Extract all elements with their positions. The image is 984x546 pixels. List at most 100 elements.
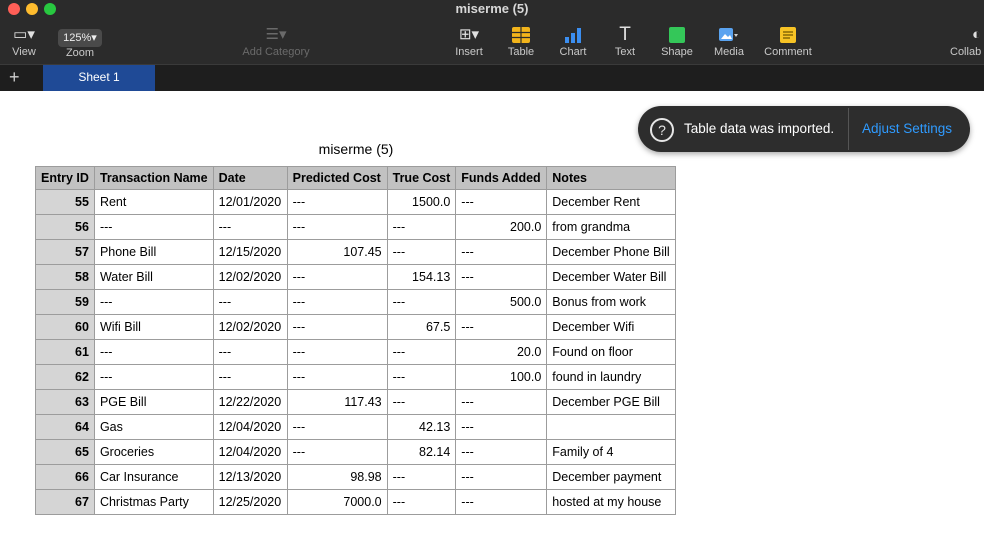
table-cell[interactable]: Phone Bill xyxy=(93,239,214,265)
table-cell[interactable]: --- xyxy=(93,289,214,315)
table-cell[interactable]: 12/15/2020 xyxy=(212,239,288,265)
table-cell[interactable]: 65 xyxy=(35,439,95,465)
table-cell[interactable]: 12/25/2020 xyxy=(212,489,288,515)
table-cell[interactable]: --- xyxy=(286,264,388,290)
table-cell[interactable]: --- xyxy=(386,239,457,265)
table-cell[interactable]: 55 xyxy=(35,189,95,215)
table-cell[interactable]: 42.13 xyxy=(386,414,457,440)
add-category-button[interactable]: ☰▾ Add Category xyxy=(238,24,314,58)
table-cell[interactable]: Found on floor xyxy=(546,339,677,365)
table-cell[interactable]: hosted at my house xyxy=(546,489,677,515)
table-cell[interactable]: Bonus from work xyxy=(546,289,677,315)
table-cell[interactable]: Water Bill xyxy=(93,264,214,290)
table-cell[interactable]: --- xyxy=(455,414,548,440)
table-cell[interactable]: --- xyxy=(455,239,548,265)
table-title[interactable]: miserme (5) xyxy=(300,141,412,157)
table-cell[interactable]: from grandma xyxy=(546,214,677,240)
table-cell[interactable]: --- xyxy=(93,364,214,390)
data-table[interactable]: Entry ID Transaction Name Date Predicted… xyxy=(35,166,677,515)
table-cell[interactable]: 500.0 xyxy=(455,289,548,315)
table-cell[interactable]: 67.5 xyxy=(386,314,457,340)
table-cell[interactable]: 12/01/2020 xyxy=(212,189,288,215)
table-cell[interactable]: 64 xyxy=(35,414,95,440)
table-cell[interactable]: Groceries xyxy=(93,439,214,465)
table-cell[interactable]: December Wifi xyxy=(546,314,677,340)
table-cell[interactable]: 12/04/2020 xyxy=(212,414,288,440)
table-cell[interactable]: 59 xyxy=(35,289,95,315)
table-cell[interactable]: 12/02/2020 xyxy=(212,314,288,340)
table-cell[interactable]: --- xyxy=(212,339,288,365)
table-cell[interactable]: Wifi Bill xyxy=(93,314,214,340)
table-cell[interactable]: --- xyxy=(386,364,457,390)
table-cell[interactable]: --- xyxy=(93,339,214,365)
table-cell[interactable]: --- xyxy=(286,339,388,365)
table-cell[interactable]: found in laundry xyxy=(546,364,677,390)
comment-button[interactable]: Comment xyxy=(760,24,816,58)
column-header[interactable]: Funds Added xyxy=(455,166,548,190)
table-cell[interactable]: --- xyxy=(386,289,457,315)
column-header[interactable]: Date xyxy=(212,166,288,190)
table-cell[interactable]: 1500.0 xyxy=(386,189,457,215)
table-cell[interactable]: 63 xyxy=(35,389,95,415)
table-cell[interactable]: 60 xyxy=(35,314,95,340)
table-cell[interactable]: December Phone Bill xyxy=(546,239,677,265)
table-cell[interactable]: --- xyxy=(455,189,548,215)
table-cell[interactable]: 154.13 xyxy=(386,264,457,290)
table-cell[interactable]: --- xyxy=(386,464,457,490)
table-cell[interactable]: --- xyxy=(286,439,388,465)
table-cell[interactable]: Rent xyxy=(93,189,214,215)
table-cell[interactable]: --- xyxy=(455,439,548,465)
table-cell[interactable]: 100.0 xyxy=(455,364,548,390)
table-cell[interactable]: --- xyxy=(286,214,388,240)
chart-button[interactable]: Chart xyxy=(554,24,592,58)
table-cell[interactable]: 62 xyxy=(35,364,95,390)
table-cell[interactable]: --- xyxy=(455,264,548,290)
insert-button[interactable]: ⊞▾ Insert xyxy=(450,24,488,58)
table-cell[interactable]: 200.0 xyxy=(455,214,548,240)
table-cell[interactable] xyxy=(546,414,677,440)
help-icon[interactable]: ? xyxy=(650,118,674,142)
table-cell[interactable]: December payment xyxy=(546,464,677,490)
zoom-value[interactable]: 125%▾ xyxy=(58,29,102,47)
table-cell[interactable]: 67 xyxy=(35,489,95,515)
table-cell[interactable]: Car Insurance xyxy=(93,464,214,490)
table-cell[interactable]: --- xyxy=(455,389,548,415)
table-cell[interactable]: --- xyxy=(212,289,288,315)
table-cell[interactable]: --- xyxy=(455,489,548,515)
table-cell[interactable]: 57 xyxy=(35,239,95,265)
column-header[interactable]: True Cost xyxy=(386,166,457,190)
table-cell[interactable]: --- xyxy=(386,389,457,415)
table-cell[interactable]: 61 xyxy=(35,339,95,365)
table-cell[interactable]: 82.14 xyxy=(386,439,457,465)
table-cell[interactable]: --- xyxy=(455,464,548,490)
table-cell[interactable]: Christmas Party xyxy=(93,489,214,515)
table-cell[interactable]: --- xyxy=(386,339,457,365)
column-header[interactable]: Entry ID xyxy=(35,166,95,190)
table-cell[interactable]: PGE Bill xyxy=(93,389,214,415)
table-cell[interactable]: 7000.0 xyxy=(286,489,388,515)
table-cell[interactable]: --- xyxy=(212,364,288,390)
table-cell[interactable]: --- xyxy=(286,189,388,215)
table-cell[interactable]: 12/13/2020 xyxy=(212,464,288,490)
table-cell[interactable]: --- xyxy=(386,489,457,515)
table-cell[interactable]: --- xyxy=(212,214,288,240)
table-cell[interactable]: 117.43 xyxy=(286,389,388,415)
shape-button[interactable]: Shape xyxy=(656,24,698,58)
column-header[interactable]: Notes xyxy=(546,166,677,190)
table-cell[interactable]: --- xyxy=(286,364,388,390)
table-cell[interactable]: December Water Bill xyxy=(546,264,677,290)
table-cell[interactable]: 66 xyxy=(35,464,95,490)
text-button[interactable]: T Text xyxy=(606,24,644,58)
table-cell[interactable]: --- xyxy=(286,414,388,440)
table-cell[interactable]: 107.45 xyxy=(286,239,388,265)
table-cell[interactable]: --- xyxy=(286,289,388,315)
table-cell[interactable]: 12/04/2020 xyxy=(212,439,288,465)
collaborate-button[interactable]: ◐ Collab xyxy=(950,24,984,58)
add-sheet-button[interactable]: + xyxy=(9,66,20,88)
table-cell[interactable]: Gas xyxy=(93,414,214,440)
zoom-control[interactable]: 125%▾ Zoom xyxy=(56,26,104,59)
table-cell[interactable]: 98.98 xyxy=(286,464,388,490)
table-cell[interactable]: --- xyxy=(455,314,548,340)
table-cell[interactable]: 12/22/2020 xyxy=(212,389,288,415)
table-cell[interactable]: December Rent xyxy=(546,189,677,215)
